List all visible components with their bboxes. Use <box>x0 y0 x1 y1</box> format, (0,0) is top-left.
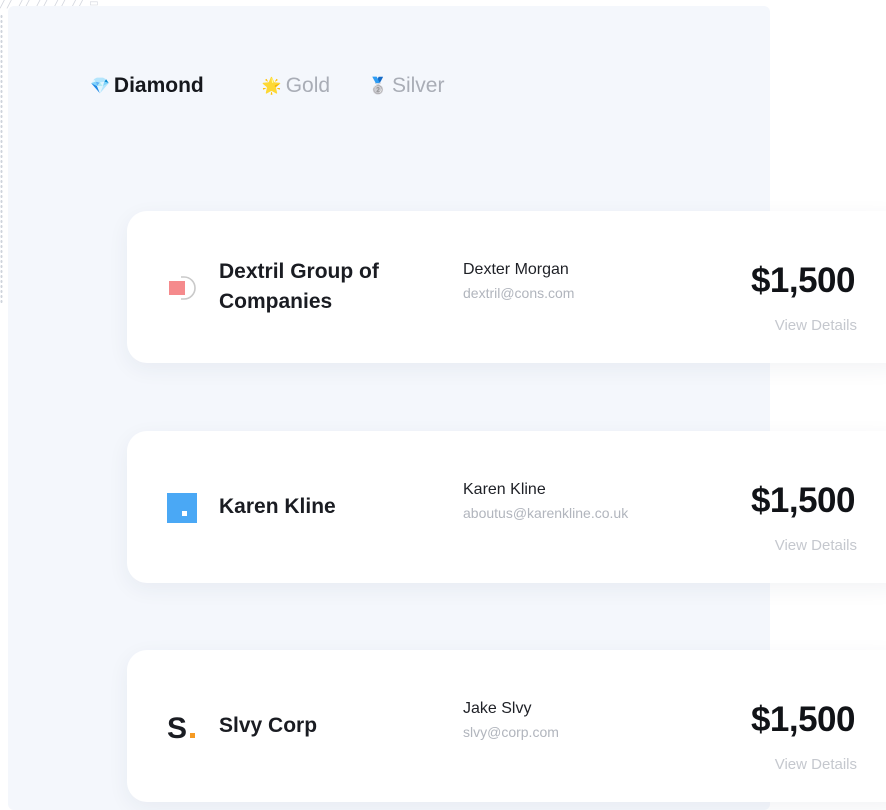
company-name: Karen Kline <box>219 495 336 518</box>
karen-kline-logo <box>167 493 197 523</box>
contact-name: Karen Kline <box>463 481 546 498</box>
tab-label: Diamond <box>113 74 204 97</box>
company-name: Dextril Group of Companies <box>219 260 379 313</box>
contact-info: Jake Slvy slvy@corp.com <box>463 700 559 740</box>
medal-icon: 🥈 <box>368 78 388 95</box>
view-details-link[interactable]: View Details <box>775 756 857 773</box>
sponsor-amount: $1,500 <box>750 261 856 300</box>
contact-email: aboutus@karenkline.co.uk <box>463 505 629 521</box>
tab-label: Silver <box>391 74 445 97</box>
tier-tabs: 💎 Diamond 🌟 Gold 🥈 Silver <box>90 74 444 98</box>
company-name: Slvy Corp <box>219 714 318 737</box>
contact-info: Dexter Morgan dextril@cons.com <box>463 261 574 301</box>
view-details-link[interactable]: View Details <box>775 317 857 334</box>
svg-text:S: S <box>167 712 187 742</box>
sponsor-amount: $1,500 <box>750 481 856 520</box>
sponsor-card[interactable]: S Slvy Corp Jake Slvy slvy@corp.com $1,5… <box>127 650 886 802</box>
contact-info: Karen Kline aboutus@karenkline.co.uk <box>463 481 628 521</box>
tab-label: Gold <box>285 74 331 97</box>
decorative-dots <box>0 14 3 304</box>
sponsor-card[interactable]: Dextril Group of Companies Dexter Morgan… <box>127 211 886 363</box>
contact-email: slvy@corp.com <box>463 724 559 740</box>
tab-gold[interactable]: 🌟 Gold <box>262 74 330 98</box>
contact-email: dextril@cons.com <box>463 285 575 301</box>
dextril-logo <box>169 276 196 300</box>
sponsor-card[interactable]: Karen Kline Karen Kline aboutus@karenkli… <box>127 431 886 583</box>
tab-silver[interactable]: 🥈 Silver <box>368 74 444 98</box>
sponsor-amount: $1,500 <box>750 700 856 739</box>
contact-name: Dexter Morgan <box>463 261 569 278</box>
gem-icon: 💎 <box>90 78 110 95</box>
view-details-link[interactable]: View Details <box>775 537 857 554</box>
slvy-logo: S <box>167 712 195 742</box>
tab-diamond[interactable]: 💎 Diamond <box>90 74 204 98</box>
contact-name: Jake Slvy <box>463 700 532 717</box>
sparkle-icon: 🌟 <box>261 78 282 95</box>
